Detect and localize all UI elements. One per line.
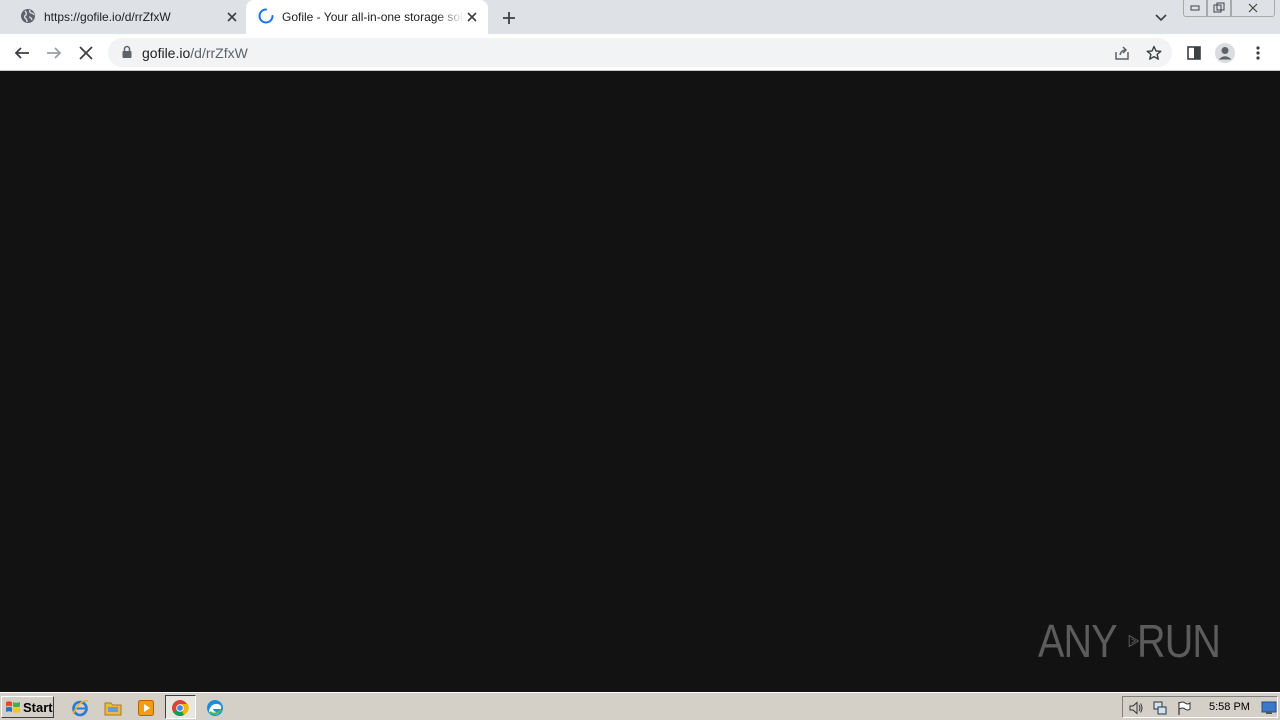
- menu-button[interactable]: [1245, 40, 1271, 66]
- share-icon[interactable]: [1112, 43, 1132, 63]
- system-tray: 5:58 PM: [1122, 696, 1278, 718]
- close-window-button[interactable]: [1231, 0, 1275, 17]
- watermark-text-left: ANY: [1038, 615, 1118, 667]
- network-icon[interactable]: [1152, 700, 1168, 716]
- side-panel-icon: [1187, 46, 1201, 60]
- url-path: /d/rrZfxW: [190, 45, 248, 61]
- forward-button[interactable]: [41, 40, 67, 66]
- taskbar: Start 5:58 PM: [0, 692, 1280, 720]
- internet-explorer-icon[interactable]: [69, 697, 91, 719]
- profile-button[interactable]: [1212, 40, 1238, 66]
- start-button[interactable]: Start: [1, 696, 54, 718]
- restore-icon: [1213, 2, 1225, 13]
- watermark-text-right: RUN: [1137, 615, 1221, 667]
- tab-title: Gofile - Your all-in-one storage solutio…: [282, 10, 464, 24]
- chevron-down-icon: [1155, 14, 1167, 22]
- page-content: [0, 72, 1280, 692]
- tab-close-icon[interactable]: [464, 9, 480, 25]
- url-host: gofile.io: [142, 45, 191, 61]
- tab-gofile-url[interactable]: https://gofile.io/d/rrZfxW: [8, 0, 246, 34]
- volume-icon[interactable]: [1128, 700, 1144, 716]
- new-tab-button[interactable]: [498, 7, 520, 29]
- stop-loading-button[interactable]: [73, 40, 99, 66]
- file-explorer-icon[interactable]: [102, 697, 124, 719]
- tab-close-icon[interactable]: [224, 9, 240, 25]
- minimize-button[interactable]: [1183, 0, 1207, 17]
- loading-spinner-icon: [258, 8, 274, 27]
- avatar-icon: [1215, 43, 1235, 63]
- action-center-flag-icon[interactable]: [1176, 700, 1192, 716]
- address-bar[interactable]: gofile.io/d/rrZfxW: [108, 38, 1172, 67]
- minimize-icon: [1190, 5, 1200, 11]
- tab-gofile-active[interactable]: Gofile - Your all-in-one storage solutio…: [246, 0, 488, 34]
- close-icon: [1248, 3, 1258, 13]
- kebab-menu-icon: [1256, 46, 1260, 60]
- arrow-left-icon: [14, 47, 29, 59]
- globe-icon: [20, 8, 36, 27]
- tab-search-button[interactable]: [1151, 8, 1171, 28]
- screen: https://gofile.io/d/rrZfxW Gofile - Your…: [0, 0, 1280, 720]
- chrome-icon[interactable]: [169, 697, 191, 719]
- arrow-right-icon: [47, 47, 62, 59]
- tab-strip: https://gofile.io/d/rrZfxW Gofile - Your…: [0, 0, 1280, 34]
- anyrun-watermark: ANY RUN: [1038, 608, 1234, 674]
- lock-icon[interactable]: [120, 45, 134, 59]
- bookmark-star-icon[interactable]: [1144, 43, 1164, 63]
- media-player-icon[interactable]: [135, 697, 157, 719]
- back-button[interactable]: [9, 40, 35, 66]
- restore-button[interactable]: [1207, 0, 1231, 17]
- browser-toolbar: gofile.io/d/rrZfxW: [0, 34, 1280, 71]
- edge-icon[interactable]: [204, 697, 226, 719]
- show-desktop-icon[interactable]: [1261, 700, 1277, 716]
- plus-icon: [503, 12, 515, 24]
- windows-flag-icon: [6, 701, 20, 713]
- taskbar-clock[interactable]: 5:58 PM: [1209, 701, 1250, 713]
- stop-icon: [79, 46, 93, 60]
- tab-title: https://gofile.io/d/rrZfxW: [44, 10, 171, 24]
- start-label: Start: [23, 699, 53, 715]
- url-text[interactable]: gofile.io/d/rrZfxW: [142, 45, 248, 61]
- side-panel-button[interactable]: [1181, 40, 1207, 66]
